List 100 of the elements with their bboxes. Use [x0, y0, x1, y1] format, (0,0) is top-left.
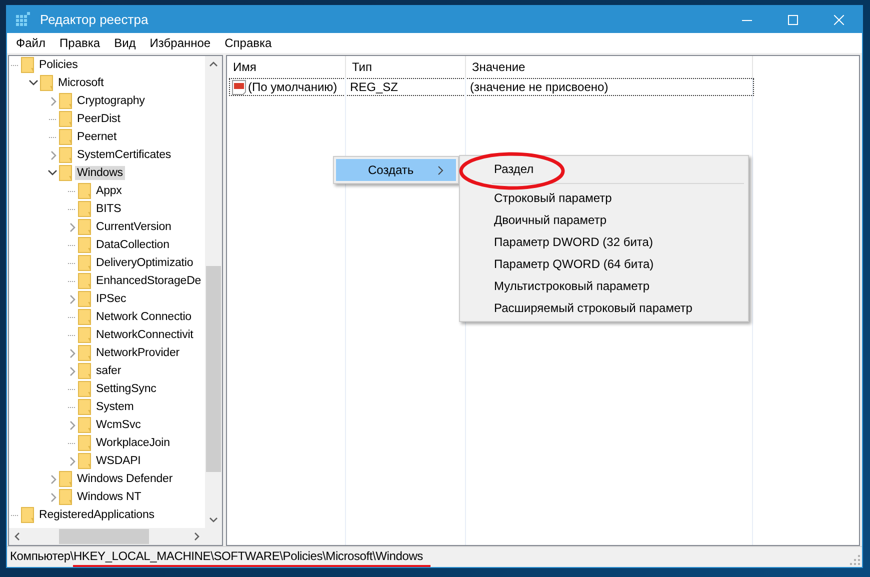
scrollbar-thumb[interactable] [206, 266, 221, 472]
tree-item[interactable]: Windows Defender [75, 472, 175, 486]
tree-line [11, 64, 19, 66]
column-header[interactable]: Значение [466, 56, 753, 78]
folder-icon [78, 363, 91, 379]
tree-item[interactable]: safer [94, 364, 124, 378]
folder-icon [59, 147, 72, 163]
tree-item[interactable]: Windows NT [75, 490, 144, 504]
expand-icon[interactable] [51, 150, 57, 160]
value-data: (значение не присвоено) [470, 80, 608, 94]
folder-icon [78, 273, 91, 289]
tree-item[interactable]: WcmSvc [94, 418, 143, 432]
folder-icon [78, 201, 91, 217]
column-header[interactable]: Имя [227, 56, 346, 78]
tree-item[interactable]: PeerDist [75, 112, 122, 126]
window-title: Редактор реестра [40, 12, 150, 27]
menu-item[interactable]: Двоичный параметр [462, 209, 746, 231]
vertical-scrollbar[interactable] [205, 56, 222, 528]
horizontal-scrollbar[interactable] [9, 528, 205, 545]
menu-item[interactable]: Вид [107, 36, 143, 50]
folder-icon [78, 435, 91, 451]
tree-item[interactable]: WSDAPI [94, 454, 143, 468]
value-row[interactable]: (По умолчанию) REG_SZ (значение не присвоено) [229, 78, 754, 96]
folder-icon [78, 255, 91, 271]
menu-item[interactable]: Избранное [142, 36, 218, 50]
expand-icon[interactable] [70, 456, 76, 466]
folder-icon [59, 471, 72, 487]
tree-item[interactable]: NetworkConnectivit [94, 328, 196, 342]
tree-line [68, 190, 76, 192]
tree-item[interactable]: Cryptography [75, 94, 147, 108]
tree-item[interactable]: RegisteredApplications [37, 508, 156, 522]
tree-item[interactable]: SystemCertificates [75, 148, 174, 162]
folder-icon [59, 93, 72, 109]
tree-item[interactable]: IPSec [94, 292, 128, 306]
menu-item[interactable]: Строковый параметр [462, 187, 746, 209]
folder-icon [78, 219, 91, 235]
folder-icon [78, 453, 91, 469]
folder-icon [78, 237, 91, 253]
tree-item[interactable]: DataCollection [94, 238, 172, 252]
expand-icon[interactable] [51, 96, 57, 106]
menu-item[interactable]: Правка [52, 36, 108, 50]
folder-icon [21, 57, 34, 73]
close-icon [834, 14, 844, 24]
tree-line [68, 262, 76, 264]
folder-icon [78, 399, 91, 415]
tree-item[interactable]: Windows [75, 166, 125, 180]
tree-item[interactable]: BITS [94, 202, 124, 216]
tree-line [68, 244, 76, 246]
folder-icon [78, 291, 91, 307]
collapse-icon[interactable] [48, 170, 57, 176]
tree-item[interactable]: DeliveryOptimizatio [94, 256, 196, 270]
folder-icon [59, 165, 72, 181]
expand-icon[interactable] [70, 420, 76, 430]
tree-line [68, 388, 76, 390]
key-path: HKEY_LOCAL_MACHINE\SOFTWARE\Policies\Microsoft\Windows [73, 548, 423, 562]
tree-line [49, 136, 57, 138]
folder-icon [78, 309, 91, 325]
menu-item[interactable]: Мультистроковый параметр [462, 275, 746, 297]
folder-icon [78, 183, 91, 199]
value-type: REG_SZ [350, 80, 398, 94]
expand-icon[interactable] [51, 492, 57, 502]
tree-item[interactable]: Appx [94, 184, 124, 198]
menu-item[interactable]: Создать [336, 159, 456, 181]
menu-item[interactable]: Параметр QWORD (64 бита) [462, 253, 746, 275]
tree-item[interactable]: WorkplaceJoin [94, 436, 172, 450]
registry-icon [15, 12, 31, 28]
tree-line [68, 406, 76, 408]
menu-item[interactable]: Расширяемый строковый параметр [462, 297, 746, 319]
tree-item[interactable]: CurrentVersion [94, 220, 174, 234]
tree-line [49, 118, 57, 120]
expand-icon[interactable] [51, 474, 57, 484]
expand-icon[interactable] [70, 348, 76, 358]
value-name: (По умолчанию) [248, 80, 338, 94]
folder-icon [78, 345, 91, 361]
folder-icon [78, 327, 91, 343]
tree-line [68, 442, 76, 444]
expand-icon[interactable] [70, 294, 76, 304]
menu-item[interactable]: Раздел [462, 158, 746, 180]
menu-item[interactable]: Файл [9, 36, 53, 50]
folder-icon [59, 489, 72, 505]
tree-item[interactable]: EnhancedStorageDe [94, 274, 204, 288]
scrollbar-thumb[interactable] [59, 529, 149, 544]
folder-icon [78, 381, 91, 397]
tree-line [68, 208, 76, 210]
menu-item[interactable]: Параметр DWORD (32 бита) [462, 231, 746, 253]
expand-icon[interactable] [70, 366, 76, 376]
tree-item[interactable]: System [94, 400, 136, 414]
tree-item[interactable]: Network Connectio [94, 310, 194, 324]
tree-item[interactable]: SettingSync [94, 382, 158, 396]
tree-item[interactable]: Peernet [75, 130, 119, 144]
column-header[interactable]: Тип [346, 56, 466, 78]
resize-grip[interactable] [850, 555, 860, 565]
tree-item[interactable]: Policies [37, 58, 80, 72]
tree-item[interactable]: NetworkProvider [94, 346, 182, 360]
tree-item[interactable]: Microsoft [56, 76, 106, 90]
expand-icon[interactable] [70, 222, 76, 232]
folder-icon [21, 507, 34, 523]
menu-item[interactable]: Справка [218, 36, 279, 50]
collapse-icon[interactable] [29, 80, 38, 86]
folder-icon [59, 111, 72, 127]
